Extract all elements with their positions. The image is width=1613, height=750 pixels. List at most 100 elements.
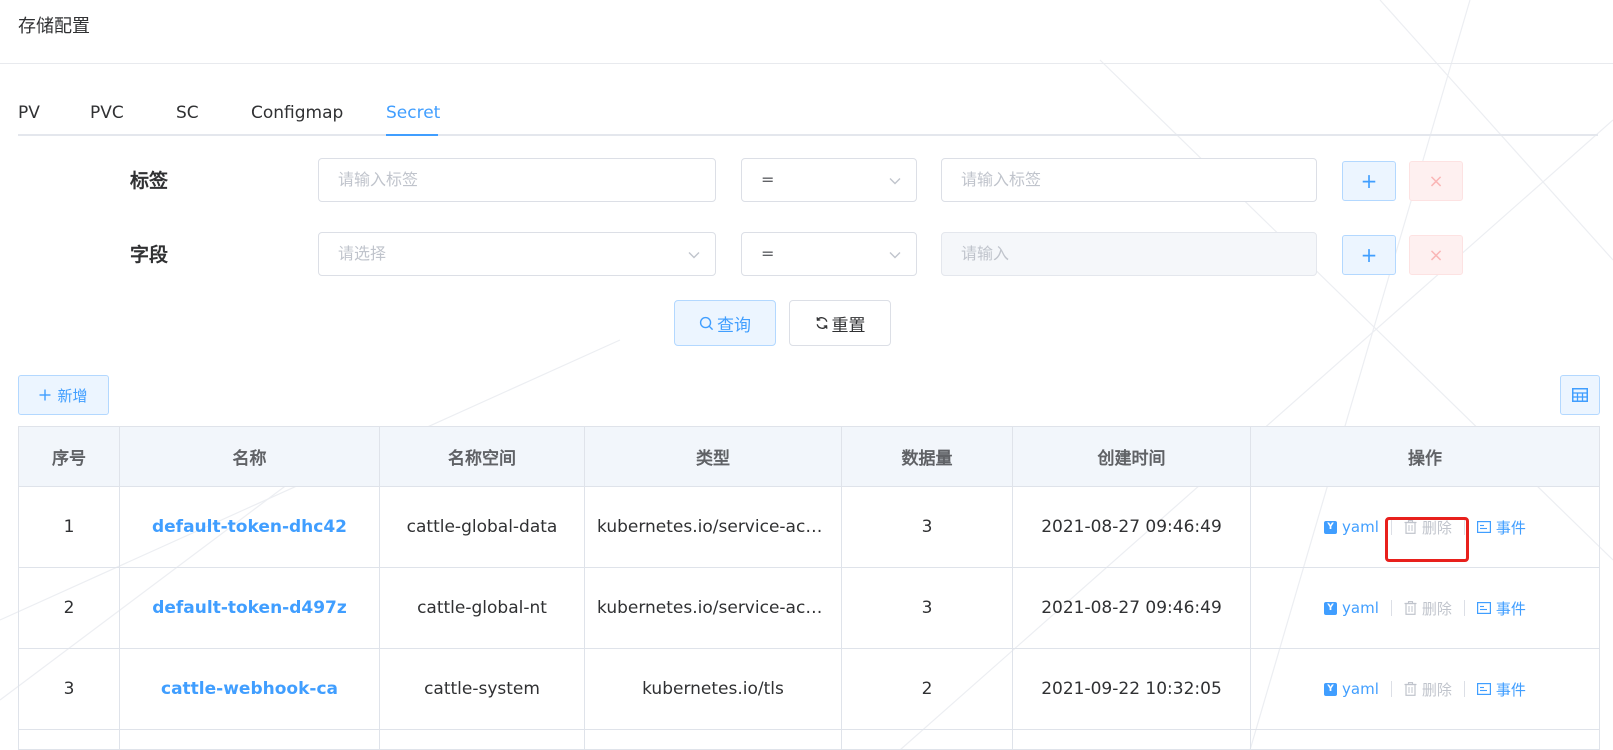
page-header: 存储配置 [0,0,1613,64]
event-icon [1476,602,1491,614]
yaml-label: yaml [1342,680,1379,698]
label-filter-label: 标签 [130,170,169,192]
row-type: kubernetes.io/tls [584,648,842,730]
event-icon [1476,521,1491,533]
yaml-label: yaml [1342,518,1379,536]
remove-label-row-button[interactable]: × [1409,161,1463,201]
add-secret-button[interactable]: 新增 [18,375,109,415]
remove-field-row-button[interactable]: × [1409,235,1463,275]
field-value-placeholder: 请输入 [961,244,1010,263]
chevron-down-icon [889,178,901,185]
field-operator-value: = [761,244,775,263]
row-created-time: 2021-08-27 09:46:49 [1012,486,1251,568]
trash-icon [1404,601,1417,615]
reset-button[interactable]: 重置 [789,300,891,346]
chevron-down-icon [889,252,901,259]
label-key-placeholder: 请输入标签 [338,170,419,189]
delete-label: 删除 [1421,518,1452,537]
divider [1463,600,1465,616]
column-header-data-count: 数据量 [841,426,1013,487]
label-key-input[interactable]: 请输入标签 [318,158,716,202]
add-label-row-button[interactable]: + [1342,161,1396,201]
row-type: kubernetes.io/service-account-token [584,567,842,649]
yaml-button[interactable]: Y yaml [1324,599,1379,617]
table-row: 1 default-token-dhc42 cattle-global-data… [18,486,1600,568]
row-actions: Y yaml 删除 事件 [1250,567,1600,649]
event-label: 事件 [1495,518,1526,537]
yaml-icon: Y [1324,520,1338,534]
event-label: 事件 [1495,599,1526,618]
table-header-row: 序号 名称 名称空间 类型 数据量 创建时间 操作 [18,426,1600,487]
column-header-index: 序号 [18,426,120,487]
field-key-select[interactable]: 请选择 [318,232,716,276]
plus-icon [39,389,51,401]
row-index: 3 [18,648,120,730]
row-index: 1 [18,486,120,568]
close-icon: × [1428,170,1444,192]
tab-secret[interactable]: Secret [386,103,440,123]
refresh-icon [816,317,827,329]
chevron-down-icon [688,252,700,259]
search-icon [699,316,714,330]
yaml-icon: Y [1324,682,1338,696]
tab-configmap[interactable]: Configmap [251,103,343,123]
trash-icon [1404,520,1417,534]
add-field-row-button[interactable]: + [1342,235,1396,275]
delete-button[interactable]: 删除 [1404,679,1452,700]
column-settings-button[interactable] [1560,375,1600,415]
divider [1390,519,1392,535]
row-namespace: cattle-system [379,648,585,730]
label-value-input[interactable]: 请输入标签 [941,158,1317,202]
row-actions: Y yaml 删除 事件 [1250,648,1600,730]
row-namespace: cattle-global-nt [379,567,585,649]
divider [1390,681,1392,697]
delete-button[interactable]: 删除 [1404,517,1452,538]
column-header-namespace: 名称空间 [379,426,585,487]
plus-icon: + [1360,243,1378,267]
column-header-created: 创建时间 [1012,426,1251,487]
tab-pv[interactable]: PV [18,103,40,123]
row-data-count: 3 [841,567,1013,649]
secret-name-link[interactable]: default-token-d497z [119,567,380,649]
row-data-count: 3 [841,486,1013,568]
page-title: 存储配置 [18,16,90,37]
table-row: 3 cattle-webhook-ca cattle-system kubern… [18,648,1600,730]
field-filter-label: 字段 [130,244,169,266]
divider [1463,519,1465,535]
secrets-table: 序号 名称 名称空间 类型 数据量 创建时间 操作 1 default-toke… [18,426,1600,750]
reset-button-label: 重置 [831,315,866,336]
label-operator-select[interactable]: = [741,158,917,202]
add-button-label: 新增 [57,386,88,405]
yaml-label: yaml [1342,599,1379,617]
field-operator-select[interactable]: = [741,232,917,276]
table-row [18,729,1600,750]
event-label: 事件 [1495,680,1526,699]
row-index: 2 [18,567,120,649]
close-icon: × [1428,244,1444,266]
label-operator-value: = [761,170,775,189]
field-value-input[interactable]: 请输入 [941,232,1317,276]
secret-name-link[interactable]: default-token-dhc42 [119,486,380,568]
yaml-icon: Y [1324,601,1338,615]
delete-label: 删除 [1421,680,1452,699]
yaml-button[interactable]: Y yaml [1324,518,1379,536]
trash-icon [1404,682,1417,696]
row-namespace: cattle-global-data [379,486,585,568]
event-button[interactable]: 事件 [1476,598,1526,619]
query-button[interactable]: 查询 [674,300,776,346]
tab-pvc[interactable]: PVC [90,103,124,123]
event-button[interactable]: 事件 [1476,679,1526,700]
secret-name-link[interactable]: cattle-webhook-ca [119,648,380,730]
divider [1390,600,1392,616]
row-type: kubernetes.io/service-account-token [584,486,842,568]
row-created-time: 2021-09-22 10:32:05 [1012,648,1251,730]
yaml-button[interactable]: Y yaml [1324,680,1379,698]
table-row: 2 default-token-d497z cattle-global-nt k… [18,567,1600,649]
column-header-name: 名称 [119,426,380,487]
query-button-label: 查询 [717,315,751,336]
delete-button[interactable]: 删除 [1404,598,1452,619]
row-actions: Y yaml 删除 事件 [1250,486,1600,568]
tab-sc[interactable]: SC [176,103,199,123]
field-key-placeholder: 请选择 [338,244,387,263]
event-button[interactable]: 事件 [1476,517,1526,538]
